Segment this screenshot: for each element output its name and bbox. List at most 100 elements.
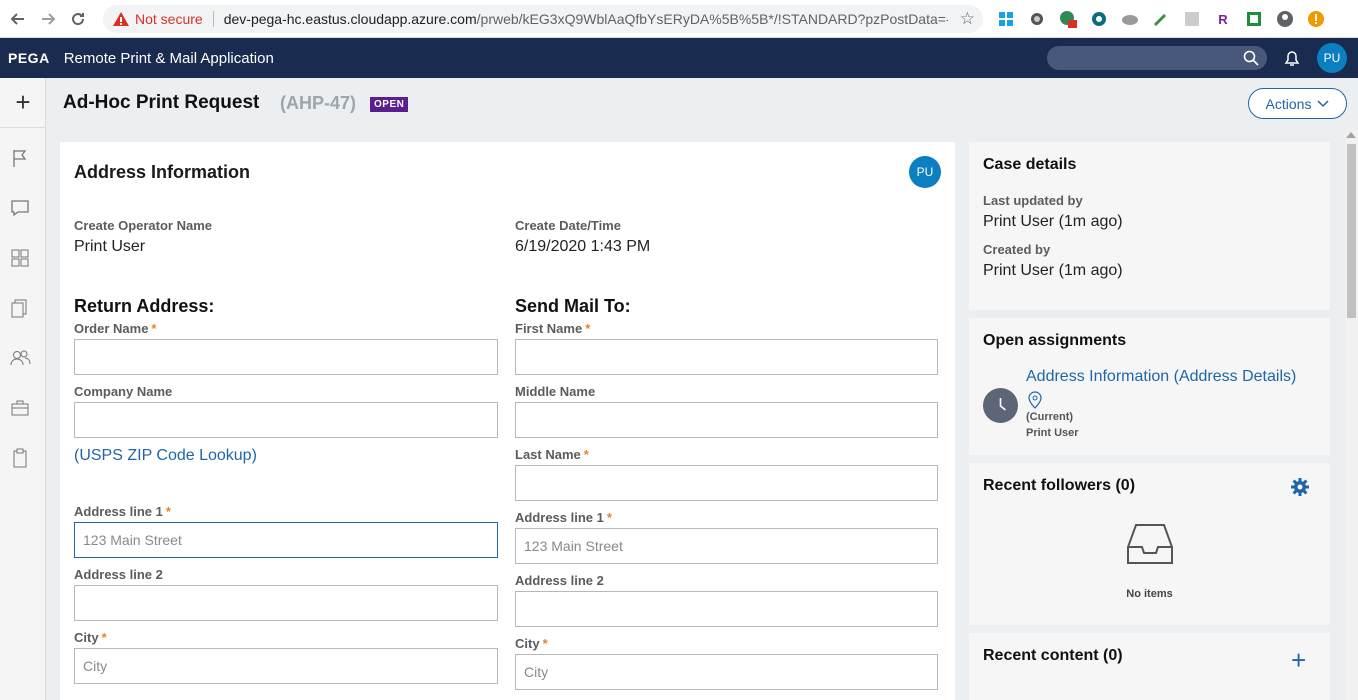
- middle-name-input[interactable]: [515, 402, 938, 438]
- section-title: Address Information: [74, 162, 251, 182]
- page-scrollbar[interactable]: [1345, 130, 1358, 700]
- open-assignments-card: Open assignments Address Information (Ad…: [969, 318, 1330, 455]
- return-address-line2-label: Address line 2: [74, 567, 163, 582]
- extensions-bar: R: [995, 8, 1327, 30]
- company-name-input[interactable]: [74, 402, 498, 438]
- order-name-input[interactable]: [74, 339, 498, 375]
- return-city-label-text: City: [74, 630, 99, 645]
- pega-logo[interactable]: PEGA: [8, 50, 50, 66]
- clock-icon: [983, 388, 1018, 423]
- url-path: /prweb/kEG3xQ9WblAaQfbYsERyDA%5B%5B*/!ST…: [476, 11, 948, 27]
- order-name-label-text: Order Name: [74, 321, 149, 336]
- eyedropper-extension-icon[interactable]: [1150, 8, 1172, 30]
- gear-icon[interactable]: [1290, 477, 1310, 497]
- required-marker: *: [606, 510, 612, 525]
- assignee-avatar[interactable]: PU: [909, 156, 941, 188]
- send-address-line2-label: Address line 2: [515, 573, 604, 588]
- not-secure-label: Not secure: [135, 11, 203, 27]
- circle-extension-icon[interactable]: [1026, 8, 1048, 30]
- send-address-line1-input[interactable]: 123 Main Street: [515, 528, 938, 564]
- required-marker: *: [151, 321, 157, 336]
- recent-content-card: Recent content (0) +: [969, 633, 1330, 700]
- r-extension-icon[interactable]: R: [1212, 8, 1234, 30]
- bookmark-star-icon[interactable]: ☆: [960, 9, 975, 29]
- send-city-input[interactable]: City: [515, 654, 938, 690]
- assignment-assignee: Print User: [1026, 427, 1079, 439]
- last-updated-label: Last updated by: [983, 193, 1083, 208]
- return-city-input[interactable]: City: [74, 648, 498, 684]
- app-header: PEGA Remote Print & Mail Application PU: [0, 38, 1358, 78]
- case-details-title: Case details: [983, 156, 1077, 173]
- required-marker: *: [542, 636, 548, 651]
- recent-followers-title: Recent followers (0): [983, 477, 1136, 494]
- profile-icon[interactable]: [1274, 8, 1296, 30]
- create-operator-label: Create Operator Name: [74, 218, 212, 233]
- last-name-label-text: Last Name: [515, 447, 581, 462]
- create-operator-value: Print User: [74, 238, 146, 255]
- send-city-placeholder: City: [524, 664, 549, 680]
- send-mail-to-title: Send Mail To:: [515, 296, 631, 316]
- green-extension-icon[interactable]: [1243, 8, 1265, 30]
- send-address-line2-input[interactable]: [515, 591, 938, 627]
- forward-icon[interactable]: [36, 7, 60, 31]
- first-name-label: First Name *: [515, 321, 590, 336]
- created-by-value: Print User (1m ago): [983, 262, 1123, 279]
- address-bar[interactable]: Not secure dev-pega-hc.eastus.cloudapp.a…: [103, 5, 983, 33]
- documents-icon[interactable]: [8, 296, 32, 320]
- actions-button[interactable]: Actions: [1248, 88, 1347, 119]
- back-icon[interactable]: [6, 7, 30, 31]
- url-text: dev-pega-hc.eastus.cloudapp.azure.com/pr…: [224, 11, 948, 27]
- address-information-panel: Address Information PU Create Operator N…: [60, 142, 955, 700]
- assignment-status: (Current): [1026, 411, 1074, 423]
- first-name-input[interactable]: [515, 339, 938, 375]
- teal-extension-icon[interactable]: [1088, 8, 1110, 30]
- actions-label: Actions: [1265, 95, 1312, 112]
- separator: [212, 11, 214, 27]
- flag-icon[interactable]: [8, 146, 32, 170]
- case-header: Ad-Hoc Print Request (AHP-47) OPEN Actio…: [47, 78, 1358, 128]
- return-city-placeholder: City: [83, 658, 108, 674]
- url-host: dev-pega-hc.eastus.cloudapp.azure.com: [223, 11, 477, 27]
- chat-icon[interactable]: [8, 196, 32, 220]
- user-avatar[interactable]: PU: [1317, 43, 1347, 73]
- app-title: Remote Print & Mail Application: [63, 49, 274, 67]
- search-icon[interactable]: [1243, 50, 1259, 66]
- case-title: Ad-Hoc Print Request: [63, 92, 260, 113]
- return-address-line1-input[interactable]: 123 Main Street: [74, 522, 498, 558]
- users-icon[interactable]: [8, 346, 32, 370]
- clipboard-icon[interactable]: [8, 446, 32, 470]
- no-items-text: No items: [1126, 588, 1173, 600]
- status-badge: OPEN: [370, 97, 409, 112]
- company-name-label: Company Name: [74, 384, 173, 399]
- send-city-label: City *: [515, 636, 548, 651]
- return-address-line1-label: Address line 1 *: [74, 504, 171, 519]
- scrollbar-thumb[interactable]: [1347, 144, 1356, 318]
- required-marker: *: [165, 504, 171, 519]
- cloud-extension-icon[interactable]: [1119, 8, 1141, 30]
- usps-zip-lookup-link[interactable]: (USPS ZIP Code Lookup): [74, 447, 257, 465]
- location-pin-icon[interactable]: [1028, 391, 1042, 409]
- create-new-plus-icon[interactable]: +: [0, 78, 46, 128]
- empty-inbox-icon: [1127, 524, 1173, 564]
- notifications-bell-icon[interactable]: [1282, 48, 1302, 68]
- left-navigation-rail: +: [0, 78, 46, 700]
- reload-icon[interactable]: [66, 7, 90, 31]
- assignment-link[interactable]: Address Information (Address Details): [1026, 368, 1296, 386]
- update-alert-icon[interactable]: [1305, 8, 1327, 30]
- badge-extension-icon[interactable]: [1057, 8, 1079, 30]
- middle-name-label: Middle Name: [515, 384, 596, 399]
- add-content-plus-icon[interactable]: +: [1291, 645, 1306, 676]
- windows-extension-icon[interactable]: [995, 8, 1017, 30]
- case-details-card: Case details Last updated by Print User …: [969, 142, 1330, 310]
- dashboard-grid-icon[interactable]: [8, 246, 32, 270]
- return-address-title: Return Address:: [74, 296, 215, 316]
- send-address-line1-label: Address line 1 *: [515, 510, 612, 525]
- search-input[interactable]: [1047, 46, 1267, 70]
- last-name-input[interactable]: [515, 465, 938, 501]
- required-marker: *: [583, 447, 589, 462]
- briefcase-icon[interactable]: [8, 396, 32, 420]
- grey-extension-icon[interactable]: [1181, 8, 1203, 30]
- return-address-line1-label-text: Address line 1: [74, 504, 163, 519]
- return-address-line2-input[interactable]: [74, 585, 498, 621]
- scroll-up-arrow-icon[interactable]: [1346, 132, 1356, 138]
